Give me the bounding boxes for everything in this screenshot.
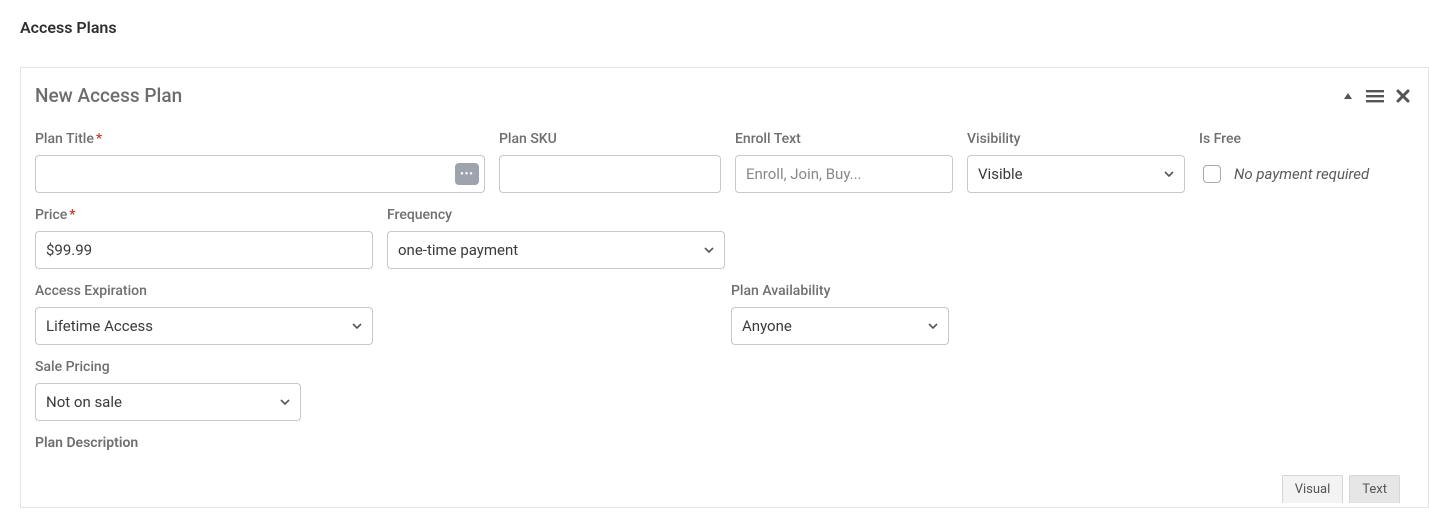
panel-title: New Access Plan [35, 84, 182, 107]
price-input[interactable] [35, 231, 373, 269]
visibility-select[interactable]: Visible [967, 155, 1185, 193]
is-free-label: Is Free [1199, 131, 1369, 147]
visibility-label: Visibility [967, 131, 1185, 147]
ellipsis-icon[interactable]: ••• [455, 163, 479, 185]
plan-sku-label: Plan SKU [499, 131, 721, 147]
close-icon[interactable] [1396, 89, 1410, 103]
plan-title-input[interactable] [35, 155, 485, 193]
plan-availability-select[interactable]: Anyone [731, 307, 949, 345]
plan-title-label: Plan Title* [35, 131, 485, 147]
tab-text[interactable]: Text [1349, 475, 1400, 503]
is-free-hint: No payment required [1234, 165, 1369, 183]
tab-visual[interactable]: Visual [1282, 475, 1344, 503]
enroll-text-input[interactable] [735, 155, 953, 193]
section-title: Access Plans [20, 18, 1429, 37]
plan-availability-label: Plan Availability [731, 283, 949, 299]
frequency-label: Frequency [387, 207, 725, 223]
plan-sku-input[interactable] [499, 155, 721, 193]
access-expiration-label: Access Expiration [35, 283, 373, 299]
plan-description-label: Plan Description [35, 435, 1414, 451]
access-expiration-select[interactable]: Lifetime Access [35, 307, 373, 345]
sale-pricing-select[interactable]: Not on sale [35, 383, 301, 421]
access-plan-panel: New Access Plan Plan Title* [20, 67, 1429, 508]
collapse-icon[interactable] [1342, 90, 1354, 102]
price-label: Price* [35, 207, 373, 223]
editor-tabs: Visual Text [35, 475, 1414, 507]
enroll-text-label: Enroll Text [735, 131, 953, 147]
panel-actions [1342, 89, 1410, 103]
sale-pricing-label: Sale Pricing [35, 359, 301, 375]
is-free-checkbox[interactable] [1203, 165, 1221, 183]
menu-icon[interactable] [1366, 89, 1384, 103]
frequency-select[interactable]: one-time payment [387, 231, 725, 269]
